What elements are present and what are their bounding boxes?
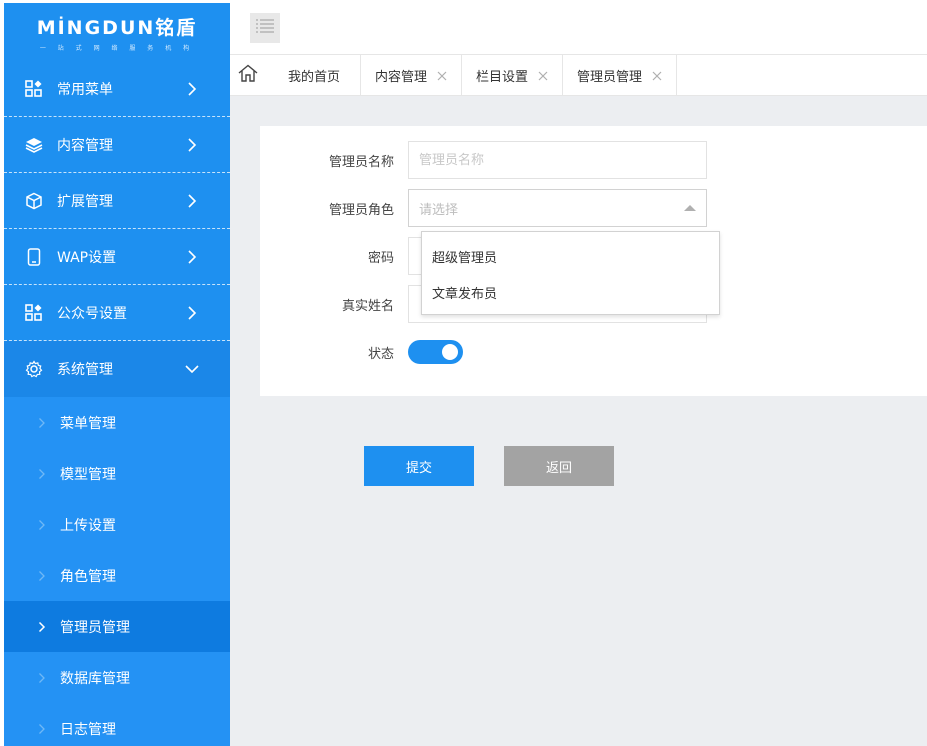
gear-icon — [24, 359, 44, 379]
submenu-item-label: 数据库管理 — [60, 670, 130, 687]
back-button[interactable]: 返回 — [504, 446, 614, 486]
submenu-item-role[interactable]: 角色管理 — [4, 550, 230, 601]
role-select[interactable]: 请选择 — [408, 189, 707, 227]
admin-form: 管理员名称 管理员角色 请选择 密码 真实姓名 状态 超级管理员 文章发布员 — [260, 126, 927, 396]
status-toggle[interactable] — [408, 340, 463, 364]
cube-icon — [24, 191, 44, 211]
main-content: 管理员名称 管理员角色 请选择 密码 真实姓名 状态 超级管理员 文章发布员 — [230, 96, 927, 746]
submenu-system: 菜单管理 模型管理 上传设置 角色管理 管理员管理 数据库管理 日志管理 — [4, 397, 230, 746]
close-icon[interactable] — [538, 70, 548, 81]
sidebar-item-content[interactable]: 内容管理 — [4, 117, 230, 173]
toggle-knob — [442, 344, 458, 360]
name-label: 管理员名称 — [328, 154, 394, 170]
tab-home-icon-button[interactable] — [230, 55, 266, 95]
form-row-name: 管理员名称 — [260, 141, 707, 179]
submenu-item-label: 角色管理 — [60, 568, 116, 585]
chevron-right-icon — [38, 672, 48, 684]
chevron-right-icon — [184, 249, 200, 265]
sidebar-item-label: 常用菜单 — [57, 81, 113, 98]
chevron-right-icon — [38, 468, 48, 480]
role-option-super-admin[interactable]: 超级管理员 — [422, 238, 719, 274]
chevron-right-icon — [38, 570, 48, 582]
form-row-status: 状态 — [260, 333, 463, 371]
sidebar-item-label: 系统管理 — [57, 362, 113, 378]
sidebar-item-wap[interactable]: WAP设置 — [4, 229, 230, 285]
top-bar — [230, 3, 927, 55]
tab-column-settings[interactable]: 栏目设置 — [462, 55, 564, 95]
close-icon[interactable] — [437, 70, 447, 81]
sidebar: MİNGDUN铭盾 一 站 式 网 络 服 务 机 构 常用菜单 内容管理 扩展… — [4, 3, 230, 746]
logo-tagline: 一 站 式 网 络 服 务 机 构 — [39, 44, 195, 52]
chevron-right-icon — [38, 417, 48, 429]
chevron-right-icon — [184, 305, 200, 321]
grid-apps-icon — [24, 79, 44, 99]
status-label: 状态 — [367, 346, 394, 362]
logo: MİNGDUN铭盾 一 站 式 网 络 服 务 机 构 — [4, 3, 230, 61]
submenu-item-log[interactable]: 日志管理 — [4, 703, 230, 746]
chevron-right-icon — [38, 519, 48, 531]
submit-button[interactable]: 提交 — [364, 446, 474, 486]
admin-name-input[interactable] — [408, 141, 707, 179]
grid-apps-icon — [24, 303, 44, 323]
realname-label: 真实姓名 — [341, 298, 394, 314]
mobile-icon — [24, 247, 44, 267]
form-row-role: 管理员角色 请选择 — [260, 189, 707, 227]
sidebar-item-wechat[interactable]: 公众号设置 — [4, 285, 230, 341]
role-dropdown: 超级管理员 文章发布员 — [421, 231, 720, 315]
role-option-publisher[interactable]: 文章发布员 — [422, 274, 719, 310]
submenu-item-label: 模型管理 — [60, 466, 116, 483]
submenu-item-upload[interactable]: 上传设置 — [4, 499, 230, 550]
tab-admin-management[interactable]: 管理员管理 — [563, 55, 678, 95]
submenu-item-label: 上传设置 — [60, 517, 116, 534]
submenu-item-database[interactable]: 数据库管理 — [4, 652, 230, 703]
role-select-placeholder: 请选择 — [419, 202, 459, 218]
list-menu-icon — [255, 18, 275, 38]
tab-label: 内容管理 — [375, 69, 428, 85]
chevron-right-icon — [184, 193, 200, 209]
password-label: 密码 — [367, 250, 394, 266]
caret-up-icon — [684, 205, 696, 211]
layers-icon — [24, 135, 44, 155]
submenu-item-label: 管理员管理 — [60, 619, 130, 636]
home-icon — [238, 64, 258, 86]
sidebar-item-label: 公众号设置 — [57, 305, 127, 322]
role-label: 管理员角色 — [328, 202, 394, 218]
sidebar-item-label: 扩展管理 — [57, 193, 113, 210]
chevron-right-icon — [184, 81, 200, 97]
tab-home[interactable]: 我的首页 — [266, 55, 362, 95]
chevron-right-icon — [184, 137, 200, 153]
sidebar-item-extension[interactable]: 扩展管理 — [4, 173, 230, 229]
sidebar-item-system[interactable]: 系统管理 — [4, 341, 230, 397]
tab-label: 我的首页 — [288, 69, 341, 85]
logo-name: MİNGDUN铭盾 — [36, 16, 198, 39]
tab-label: 栏目设置 — [476, 69, 529, 85]
chevron-down-icon — [184, 361, 200, 377]
tab-label: 管理员管理 — [577, 69, 643, 85]
tab-content[interactable]: 内容管理 — [361, 55, 463, 95]
close-icon[interactable] — [652, 70, 662, 81]
sidebar-item-common-menu[interactable]: 常用菜单 — [4, 61, 230, 117]
tab-bar: 我的首页 内容管理 栏目设置 管理员管理 — [230, 55, 927, 96]
submenu-item-admin[interactable]: 管理员管理 — [4, 601, 230, 652]
sidebar-item-label: 内容管理 — [57, 137, 113, 154]
sidebar-item-label: WAP设置 — [57, 249, 117, 266]
submenu-item-model[interactable]: 模型管理 — [4, 448, 230, 499]
submenu-item-label: 日志管理 — [60, 721, 116, 738]
submenu-item-menu[interactable]: 菜单管理 — [4, 397, 230, 448]
menu-toggle-button[interactable] — [250, 13, 280, 43]
chevron-right-icon — [38, 723, 48, 735]
submenu-item-label: 菜单管理 — [60, 415, 116, 432]
chevron-right-icon — [38, 621, 48, 633]
